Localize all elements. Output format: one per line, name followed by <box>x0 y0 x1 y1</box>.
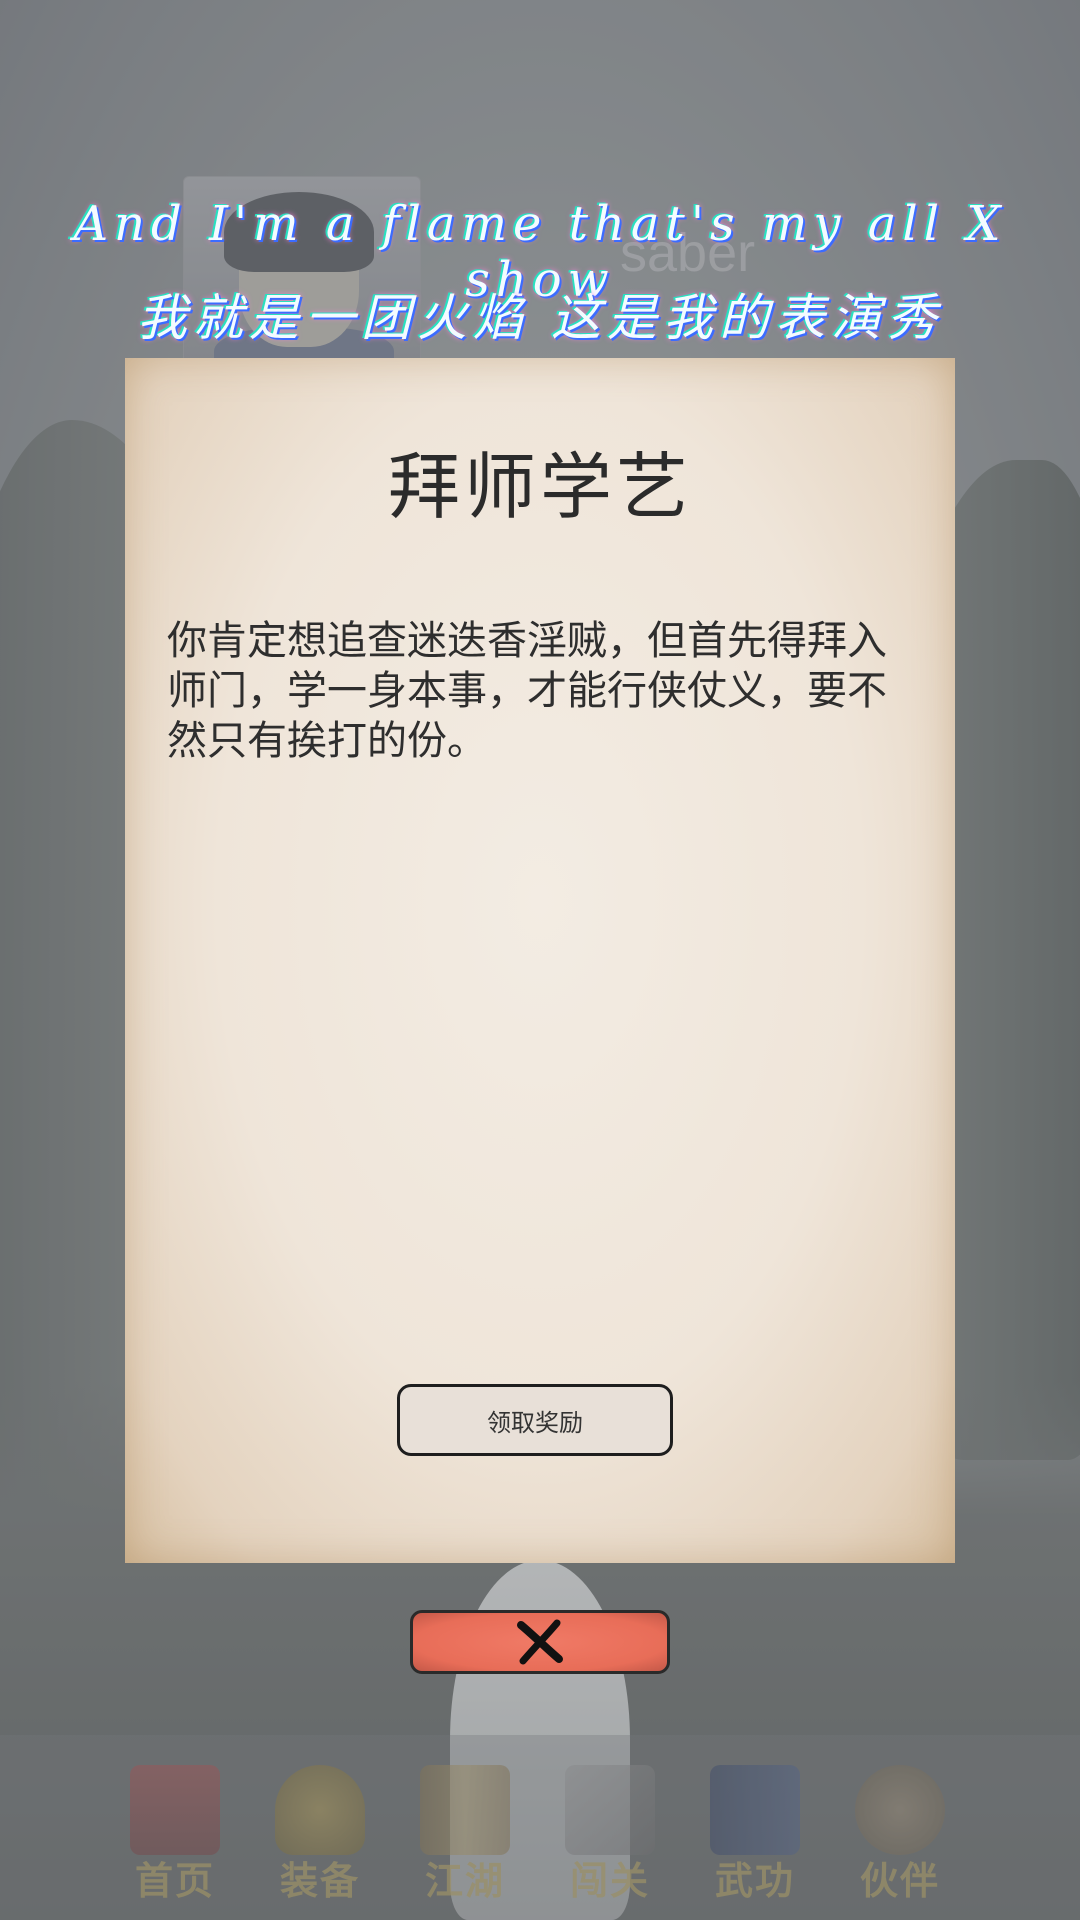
dialog-body: 你肯定想追查迷迭香淫贼，但首先得拜入师门，学一身本事，才能行侠仗义，要不然只有挨… <box>167 618 887 764</box>
claim-reward-button[interactable]: 领取奖励 <box>397 1384 673 1456</box>
quest-dialog: 拜师学艺 你肯定想追查迷迭香淫贼，但首先得拜入师门，学一身本事，才能行侠仗义，要… <box>125 358 955 1563</box>
close-button[interactable] <box>410 1610 670 1674</box>
lyric-line-chinese: 我就是一团火焰 这是我的表演秀 <box>137 289 943 347</box>
dialog-title: 拜师学艺 <box>387 445 692 529</box>
close-icon <box>517 1619 563 1665</box>
